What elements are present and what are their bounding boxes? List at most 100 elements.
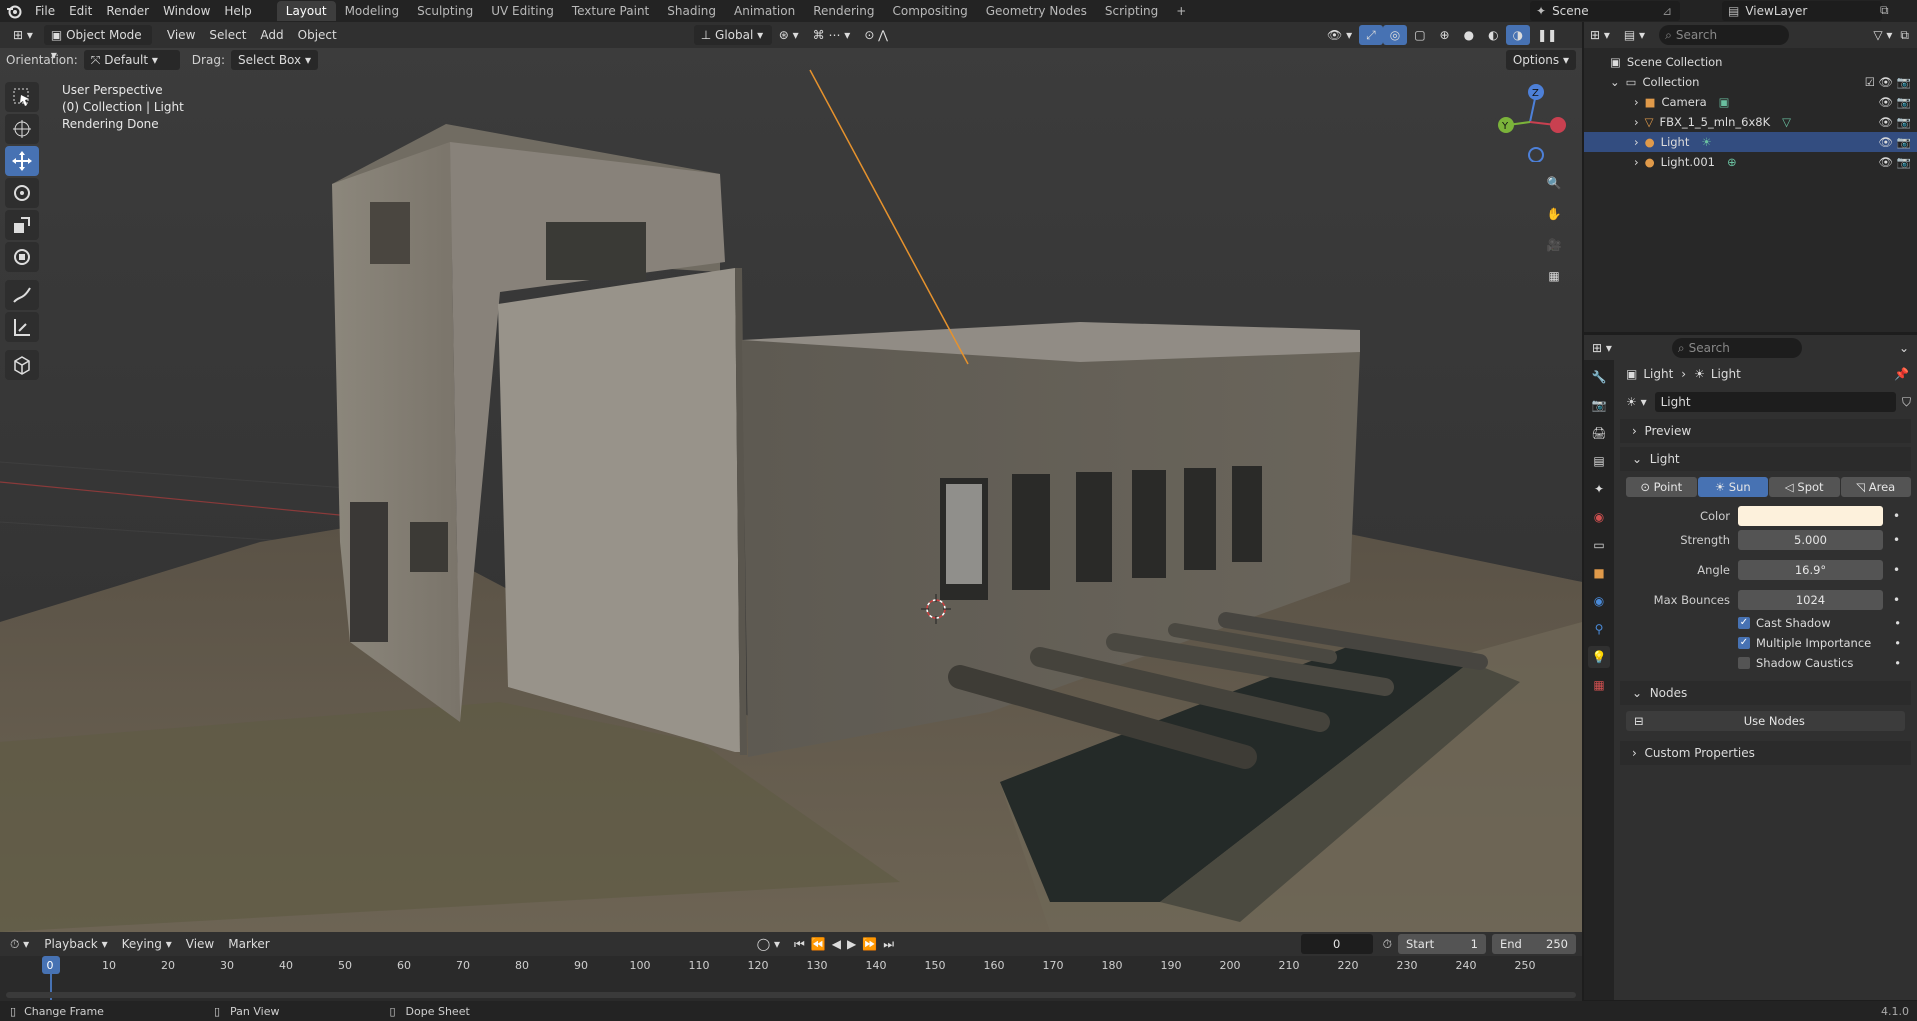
menu-view[interactable]: View xyxy=(160,25,202,45)
light-data-tab-icon[interactable]: 💡 xyxy=(1588,646,1610,668)
rotate-tool[interactable] xyxy=(5,178,39,208)
eye-icon[interactable]: 👁 xyxy=(1878,155,1893,169)
menu-render[interactable]: Render xyxy=(99,4,156,18)
tab-geometry-nodes[interactable]: Geometry Nodes xyxy=(977,1,1096,21)
world-tab-icon[interactable]: ◉ xyxy=(1588,506,1610,528)
tab-scripting[interactable]: Scripting xyxy=(1096,1,1167,21)
expand-arrow-icon[interactable]: › xyxy=(1634,95,1639,109)
tab-uv-editing[interactable]: UV Editing xyxy=(482,1,563,21)
xray-toggle-icon[interactable]: ▢ xyxy=(1407,25,1432,45)
shading-rendered-icon[interactable]: ◑ xyxy=(1505,25,1531,45)
outliner-item-camera[interactable]: › ■ Camera ▣ 👁 📷 xyxy=(1584,92,1917,112)
menu-add[interactable]: Add xyxy=(253,25,290,45)
overlay-toggle-icon[interactable]: ◎ xyxy=(1382,25,1408,45)
options-dropdown[interactable]: Options ▾ xyxy=(1505,50,1576,70)
eye-icon[interactable]: 👁 xyxy=(1878,135,1893,149)
light-type-sun[interactable]: ☀ Sun xyxy=(1697,477,1768,497)
panel-options-icon[interactable]: ⌄ xyxy=(1899,341,1909,355)
menu-edit[interactable]: Edit xyxy=(62,4,99,18)
sun-data-icon[interactable]: ☀ xyxy=(1701,135,1711,149)
collection-tab-icon[interactable]: ▭ xyxy=(1588,534,1610,556)
mode-selector[interactable]: ▣ Object Mode ▾ xyxy=(43,25,152,62)
start-frame-field[interactable]: Start 1 xyxy=(1398,934,1486,954)
perspective-grid-icon[interactable]: ▦ xyxy=(1540,262,1568,290)
light-type-area[interactable]: ◹ Area xyxy=(1840,477,1911,497)
eye-icon[interactable]: 👁 xyxy=(1878,95,1893,109)
orientation-dropdown[interactable]: ⤧ Default ▾ xyxy=(83,50,180,70)
menu-window[interactable]: Window xyxy=(156,4,217,18)
add-cube-tool[interactable] xyxy=(5,350,39,380)
keyframe-dot-icon[interactable]: • xyxy=(1893,563,1900,577)
scale-tool[interactable] xyxy=(5,210,39,240)
shading-solid-icon[interactable]: ● xyxy=(1457,25,1481,45)
current-frame-field[interactable]: 0 xyxy=(1300,934,1373,954)
angle-field[interactable]: 16.9° xyxy=(1738,560,1883,580)
pin-icon[interactable]: ⊿ xyxy=(1662,4,1672,18)
menu-object[interactable]: Object xyxy=(291,25,344,45)
tool-tab-icon[interactable]: 🔧 xyxy=(1588,366,1610,388)
zoom-icon[interactable]: 🔍 xyxy=(1540,169,1568,197)
collapse-arrow-icon[interactable]: ⌄ xyxy=(1610,75,1620,89)
add-workspace-button[interactable]: + xyxy=(1167,1,1195,21)
expand-arrow-icon[interactable]: › xyxy=(1634,135,1639,149)
menu-file[interactable]: File xyxy=(28,4,62,18)
cursor-tool[interactable] xyxy=(5,114,39,144)
play-icon[interactable]: ▶ xyxy=(847,937,856,951)
tab-texture-paint[interactable]: Texture Paint xyxy=(563,1,658,21)
section-light[interactable]: ⌄ Light xyxy=(1620,447,1911,471)
transform-tool[interactable] xyxy=(5,242,39,272)
camera-render-icon[interactable]: 📷 xyxy=(1897,95,1911,109)
tab-sculpting[interactable]: Sculpting xyxy=(408,1,482,21)
scene-collection-row[interactable]: ▣ Scene Collection xyxy=(1584,52,1917,72)
cast-shadow-row[interactable]: ✓ Cast Shadow • xyxy=(1620,613,1911,633)
shading-material-icon[interactable]: ◐ xyxy=(1481,25,1505,45)
camera-render-icon[interactable]: 📷 xyxy=(1897,75,1911,89)
drag-dropdown[interactable]: Select Box ▾ xyxy=(230,50,318,70)
jump-end-icon[interactable]: ⏭ xyxy=(883,937,894,952)
camera-render-icon[interactable]: 📷 xyxy=(1897,115,1911,129)
include-checkbox[interactable]: ☑ xyxy=(1865,75,1875,89)
keyframe-dot-icon[interactable]: • xyxy=(1893,509,1900,523)
keyframe-dot-icon[interactable]: • xyxy=(1894,656,1901,670)
tab-shading[interactable]: Shading xyxy=(658,1,725,21)
light-type-spot[interactable]: ◁ Spot xyxy=(1769,477,1840,497)
shadow-caustics-row[interactable]: Shadow Caustics • xyxy=(1620,653,1911,673)
render-tab-icon[interactable]: 📷 xyxy=(1588,394,1610,416)
keyframe-dot-icon[interactable]: • xyxy=(1894,636,1901,650)
point-data-icon[interactable]: ⊕ xyxy=(1727,155,1737,169)
mesh-data-icon[interactable]: ▽ xyxy=(1782,115,1791,129)
collection-row[interactable]: ⌄ ▭ Collection ☑ 👁 📷 xyxy=(1584,72,1917,92)
light-type-point[interactable]: ⊙ Point xyxy=(1626,477,1697,497)
annotate-tool[interactable] xyxy=(5,280,39,310)
camera-view-icon[interactable]: 🎥 xyxy=(1540,231,1568,259)
snap-icon[interactable]: ⌘ ⋯ ▾ xyxy=(806,25,858,45)
camera-render-icon[interactable]: 📷 xyxy=(1897,155,1911,169)
light-datablock-field[interactable]: Light xyxy=(1654,392,1896,412)
light-type-icon[interactable]: ☀ ▾ xyxy=(1626,395,1647,409)
pin-icon[interactable]: 📌 xyxy=(1894,367,1909,381)
gizmo-toggle-icon[interactable]: ⤢ xyxy=(1359,25,1383,45)
shadow-caustics-checkbox[interactable] xyxy=(1738,657,1750,669)
outliner-search-input[interactable]: Search xyxy=(1676,28,1717,42)
physics-tab-icon[interactable]: ◉ xyxy=(1588,590,1610,612)
next-keyframe-icon[interactable]: ⏩ xyxy=(862,937,877,951)
view-layer-selector[interactable]: ▤ ViewLayer xyxy=(1722,1,1882,21)
fake-user-shield-icon[interactable]: ⛉ xyxy=(1902,395,1911,410)
menu-select[interactable]: Select xyxy=(202,25,253,45)
select-box-tool[interactable] xyxy=(5,82,39,112)
color-swatch[interactable] xyxy=(1738,506,1883,526)
section-nodes[interactable]: ⌄ Nodes xyxy=(1620,681,1911,705)
max-bounces-field[interactable]: 1024 xyxy=(1738,590,1883,610)
scene-tab-icon[interactable]: ✦ xyxy=(1588,478,1610,500)
frame-ruler[interactable]: 0 10 20 30 40 50 60 70 80 90 100 110 120 130 140 150 160… xyxy=(0,956,1582,976)
outliner-item-light-001[interactable]: › ● Light.001 ⊕ 👁 📷 xyxy=(1584,152,1917,172)
keyframe-dot-icon[interactable]: • xyxy=(1893,593,1900,607)
strength-field[interactable]: 5.000 xyxy=(1738,530,1883,550)
outliner-item-mesh[interactable]: › ▽ FBX_1_5_mln_6x8K ▽ 👁 📷 xyxy=(1584,112,1917,132)
menu-playback[interactable]: Playback ▾ xyxy=(37,934,114,954)
gizmo-neg-z[interactable] xyxy=(1528,147,1544,163)
prev-keyframe-icon[interactable]: ⏪ xyxy=(811,937,826,951)
visibility-icon[interactable]: 👁 ▾ xyxy=(1320,25,1359,45)
pause-render-icon[interactable]: ❚❚ xyxy=(1530,25,1564,45)
section-preview[interactable]: › Preview xyxy=(1620,419,1911,443)
